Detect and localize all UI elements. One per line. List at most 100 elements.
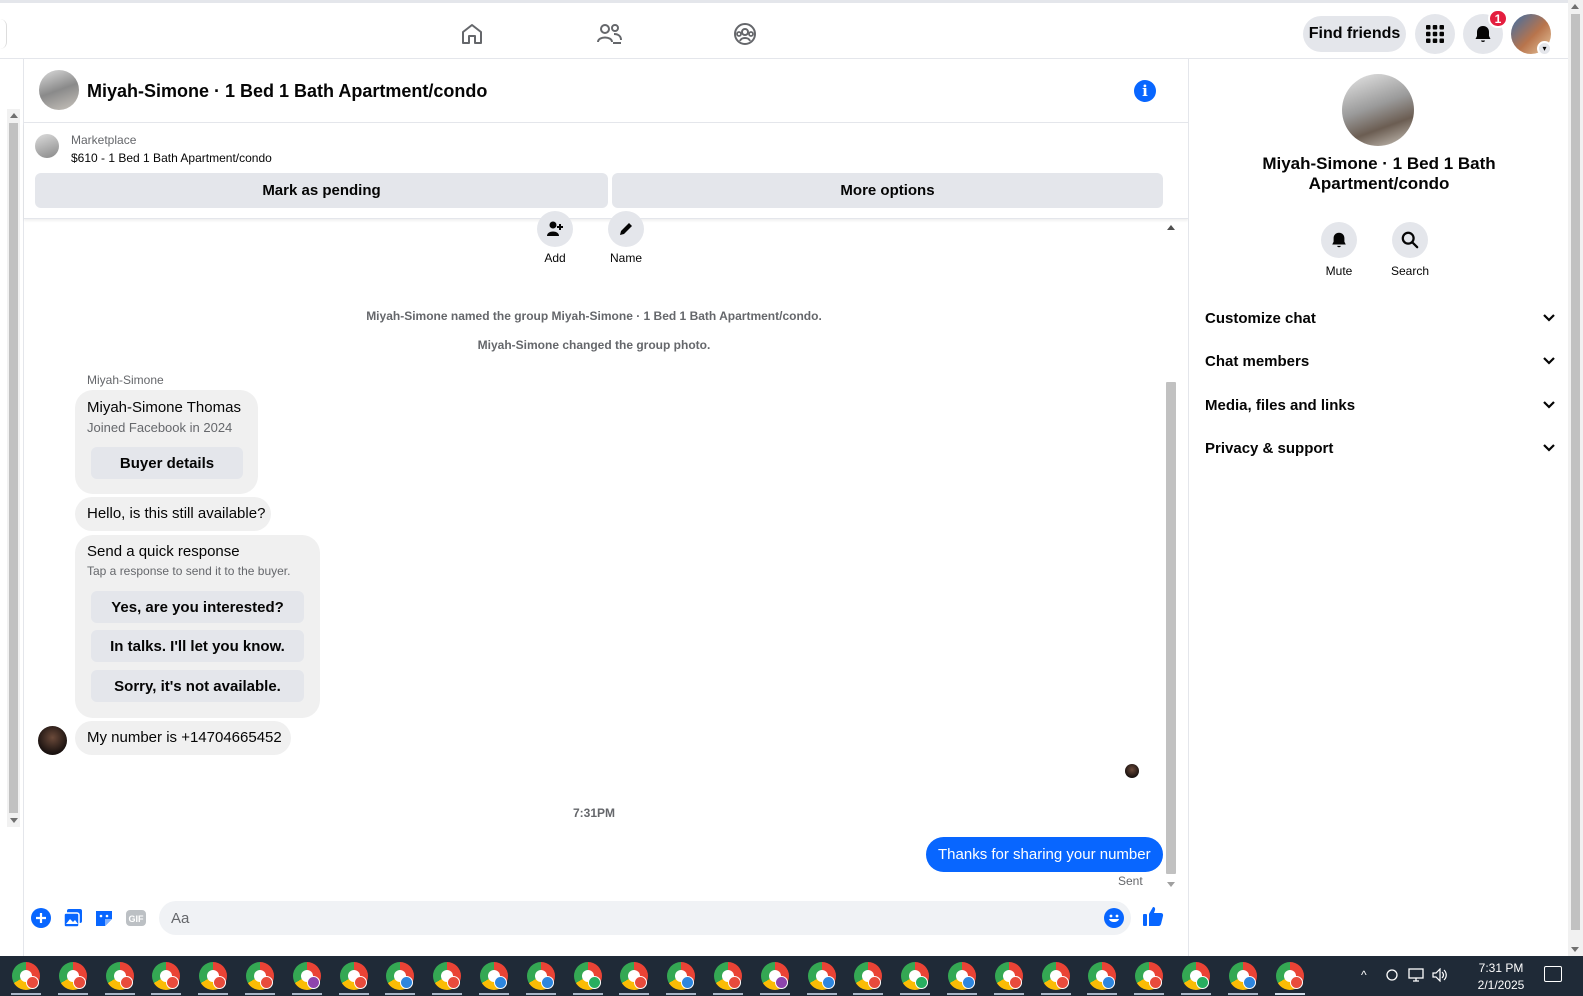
name-group-button[interactable] (608, 211, 644, 247)
mute-button[interactable] (1321, 222, 1357, 258)
privacy-support-section[interactable]: Privacy & support (1205, 428, 1557, 468)
taskbar-chrome-icon[interactable] (1182, 962, 1210, 990)
message-text: Hello, is this still available? (87, 505, 266, 522)
message-input[interactable]: Aa (159, 901, 1131, 935)
taskbar-chrome-icon[interactable] (386, 962, 415, 990)
quick-response-card: Send a quick response Tap a response to … (75, 535, 320, 718)
quick-response-subtitle: Tap a response to send it to the buyer. (87, 564, 291, 578)
groups-icon[interactable] (728, 17, 762, 51)
quick-response-option[interactable]: Sorry, it's not available. (91, 670, 304, 702)
panel-title: Miyah-Simone · 1 Bed 1 Bath Apartment/co… (1262, 154, 1496, 193)
photo-attach-icon[interactable] (62, 907, 84, 929)
emoji-icon[interactable] (1103, 907, 1125, 929)
sticker-icon[interactable] (93, 907, 115, 929)
messages-scrollbar-thumb[interactable] (1166, 382, 1176, 874)
conversation-info-icon[interactable]: i (1134, 80, 1156, 102)
taskbar-chrome-icon[interactable] (58, 962, 87, 990)
taskbar-chrome-icon[interactable] (760, 962, 789, 990)
add-label: Add (544, 251, 566, 265)
scroll-up-arrow-icon[interactable] (1571, 4, 1579, 9)
scroll-down-arrow-icon[interactable] (1167, 882, 1175, 887)
taskbar-chrome-icon[interactable] (339, 962, 368, 990)
taskbar-chrome-icon[interactable] (573, 962, 602, 990)
account-chevron-down-icon[interactable]: ▾ (1537, 41, 1552, 56)
taskbar-chrome-icon[interactable] (12, 962, 40, 990)
quick-response-option[interactable]: Yes, are you interested? (91, 591, 304, 623)
taskbar-chrome-icon[interactable] (807, 962, 836, 990)
taskbar-chrome-icon[interactable] (620, 962, 649, 990)
taskbar-running-indicator (1134, 993, 1165, 995)
message-bubble[interactable]: My number is +14704665452 (75, 721, 291, 755)
scroll-down-arrow-icon[interactable] (10, 818, 18, 823)
quick-response-option[interactable]: In talks. I'll let you know. (91, 630, 304, 662)
page-scrollbar[interactable] (1568, 0, 1583, 956)
taskbar-chrome-icon[interactable] (1088, 962, 1117, 990)
section-label: Customize chat (1205, 309, 1316, 327)
scroll-down-arrow-icon[interactable] (1571, 947, 1579, 952)
message-bubble[interactable]: Hello, is this still available? (75, 497, 271, 531)
scroll-up-arrow-icon[interactable] (10, 113, 18, 118)
sender-avatar[interactable] (38, 726, 67, 755)
friends-icon[interactable] (592, 17, 626, 51)
system-clock[interactable]: 7:31 PM 2/1/2025 (1476, 960, 1526, 994)
thumbs-up-icon[interactable] (1142, 905, 1164, 927)
taskbar-chrome-icon[interactable] (994, 962, 1023, 990)
taskbar-chrome-icon[interactable] (152, 962, 181, 990)
taskbar-running-indicator (619, 993, 650, 995)
find-friends-button[interactable]: Find friends (1303, 16, 1406, 52)
left-scrollbar-thumb[interactable] (9, 123, 18, 813)
listing-title[interactable]: $610 - 1 Bed 1 Bath Apartment/condo (71, 151, 272, 165)
chat-title[interactable]: Miyah-Simone · 1 Bed 1 Bath Apartment/co… (87, 81, 487, 102)
taskbar-chrome-icon[interactable] (246, 962, 274, 990)
volume-icon[interactable] (1432, 967, 1448, 985)
chevron-down-icon (1541, 310, 1557, 326)
taskbar-chrome-icon[interactable] (105, 962, 134, 990)
scroll-up-arrow-icon[interactable] (1167, 225, 1175, 230)
search-button[interactable] (1392, 222, 1428, 258)
group-photo-large[interactable] (1342, 74, 1414, 146)
mute-label: Mute (1325, 264, 1353, 278)
taskbar-running-indicator (1181, 993, 1211, 995)
taskbar-chrome-icon[interactable] (1041, 962, 1070, 990)
group-photo-avatar[interactable] (39, 70, 79, 110)
gif-icon[interactable]: GIF (125, 907, 147, 929)
add-people-button[interactable] (537, 211, 573, 247)
taskbar-chrome-icon[interactable] (1135, 962, 1164, 990)
taskbar-chrome-icon[interactable] (948, 962, 976, 990)
outgoing-message-bubble[interactable]: Thanks for sharing your number (926, 837, 1163, 872)
taskbar-chrome-icon[interactable] (667, 962, 696, 990)
chat-members-section[interactable]: Chat members (1205, 341, 1557, 381)
buyer-details-button[interactable]: Buyer details (91, 447, 243, 479)
taskbar-chrome-icon[interactable] (526, 962, 555, 990)
taskbar-running-indicator (11, 993, 41, 995)
messages-scrollbar[interactable] (1164, 220, 1178, 892)
action-center-icon[interactable] (1544, 966, 1562, 982)
media-files-links-section[interactable]: Media, files and links (1205, 385, 1557, 425)
home-icon[interactable] (455, 17, 489, 51)
buyer-name: Miyah-Simone Thomas (87, 399, 241, 416)
taskbar-chrome-icon[interactable] (854, 962, 883, 990)
menu-grid-icon[interactable] (1415, 14, 1455, 54)
network-icon[interactable] (1408, 968, 1424, 985)
plus-circle-icon[interactable] (30, 907, 52, 929)
listing-thumbnail[interactable] (35, 134, 59, 158)
taskbar-chrome-icon[interactable] (1275, 962, 1304, 990)
taskbar-chrome-icon[interactable] (199, 962, 228, 990)
taskbar-chrome-icon[interactable] (480, 962, 508, 990)
taskbar-chrome-icon[interactable] (1228, 962, 1257, 990)
left-scrollbar[interactable] (7, 109, 20, 827)
buyer-joined-text: Joined Facebook in 2024 (87, 420, 233, 435)
taskbar-running-indicator (947, 993, 977, 995)
taskbar-chrome-icon[interactable] (714, 962, 742, 990)
taskbar-running-indicator (1087, 993, 1118, 995)
taskbar-chrome-icon[interactable] (292, 962, 321, 990)
more-options-button[interactable]: More options (612, 173, 1163, 208)
taskbar-running-indicator (713, 993, 743, 995)
tray-chevron-up-icon[interactable]: ^ (1361, 968, 1367, 982)
customize-chat-section[interactable]: Customize chat (1205, 298, 1557, 338)
taskbar-chrome-icon[interactable] (901, 962, 930, 990)
page-scrollbar-thumb[interactable] (1571, 14, 1580, 930)
taskbar-chrome-icon[interactable] (433, 962, 462, 990)
mark-as-pending-button[interactable]: Mark as pending (35, 173, 608, 208)
tray-meet-icon[interactable] (1385, 968, 1399, 985)
